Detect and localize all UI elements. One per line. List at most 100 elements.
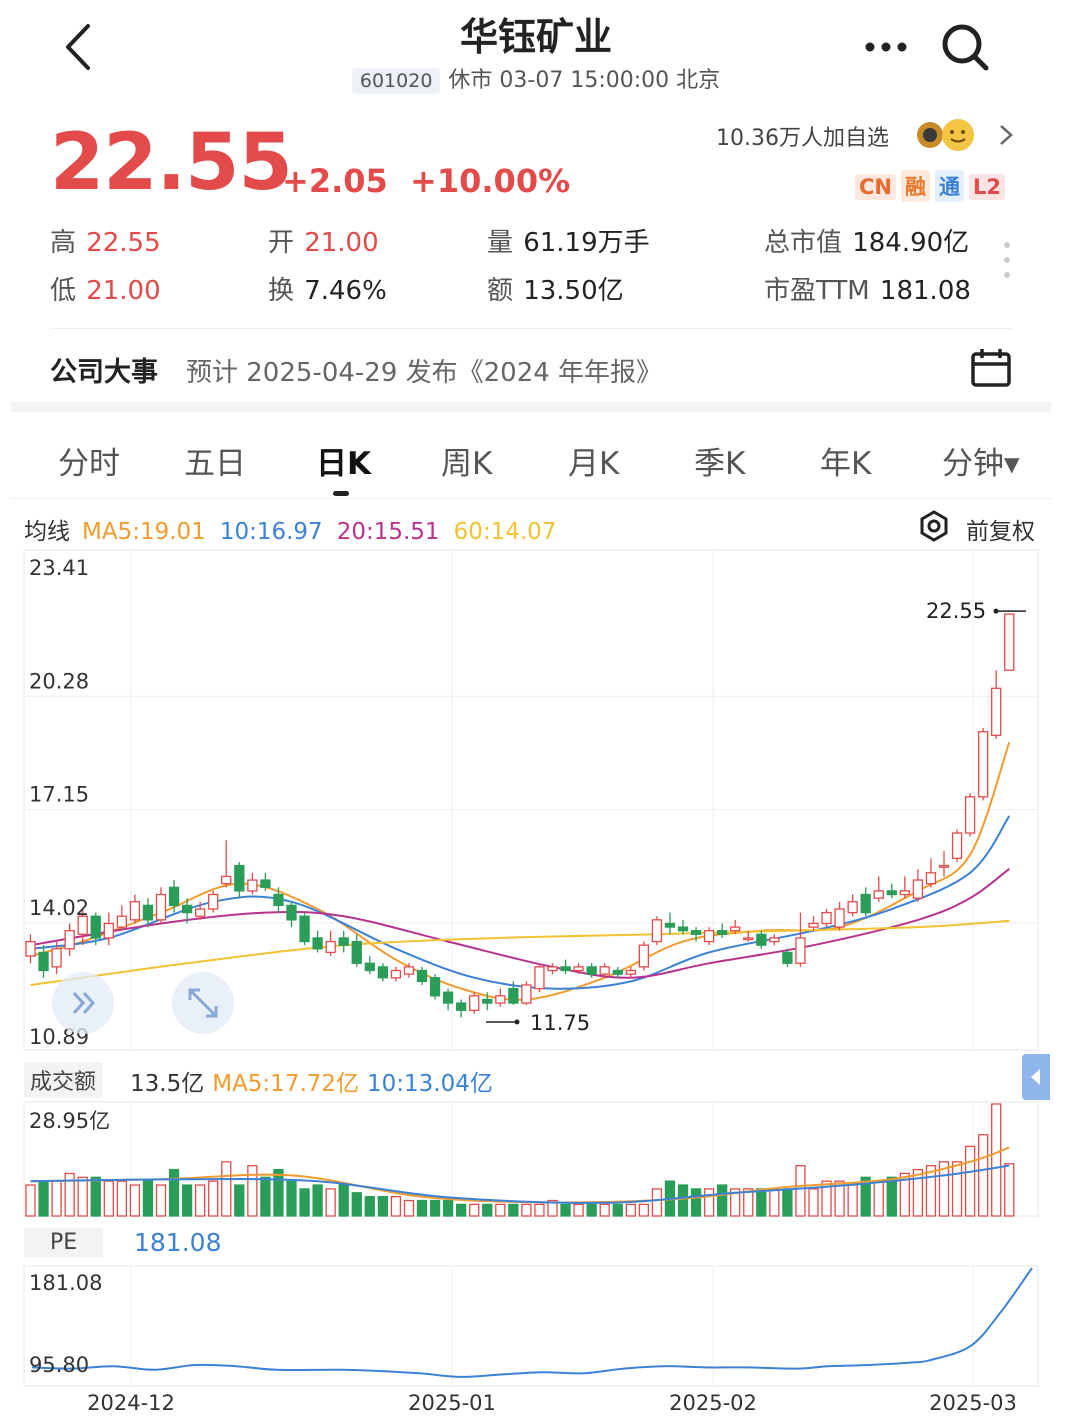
- double-chevron-right-icon: [72, 991, 96, 1015]
- candle: [221, 840, 232, 888]
- candle-body: [625, 969, 636, 975]
- candle-body: [469, 995, 480, 1011]
- volume-bar: [978, 1134, 989, 1217]
- volume-bar: [573, 1203, 584, 1217]
- x-tick-label: 2024-12: [87, 1391, 175, 1415]
- volume-bar: [756, 1188, 767, 1217]
- candle-body: [103, 922, 114, 939]
- volume-bar: [325, 1188, 336, 1217]
- pe-line: [31, 1267, 1033, 1378]
- candle-body: [964, 796, 976, 834]
- candle-body: [129, 901, 141, 921]
- candle-body: [194, 908, 206, 917]
- fullscreen-button[interactable]: [172, 972, 234, 1034]
- candle-body: [599, 966, 610, 975]
- candle-body: [234, 864, 245, 892]
- volume-bar: [782, 1188, 793, 1217]
- volume-bar: [338, 1184, 349, 1217]
- candle: [860, 887, 871, 917]
- candle-body: [416, 969, 428, 983]
- candle: [495, 988, 506, 1007]
- candle-body: [795, 937, 806, 964]
- candle: [312, 930, 323, 953]
- volume-bar: [286, 1180, 297, 1217]
- candle: [103, 912, 114, 946]
- ma-line-ma5: [30, 741, 1011, 1001]
- volume-bar: [77, 1176, 88, 1217]
- candle-body: [390, 969, 402, 979]
- volume-bar: [208, 1180, 219, 1217]
- candle-body: [925, 872, 937, 885]
- candle: [129, 894, 141, 924]
- volume-bar: [142, 1180, 154, 1217]
- candle: [469, 992, 480, 1014]
- volume-bar: [168, 1168, 180, 1217]
- candle-body: [168, 886, 180, 907]
- candle-body: [677, 926, 689, 932]
- volume-bar: [586, 1203, 597, 1217]
- candle: [938, 851, 950, 877]
- volume-bar: [38, 1180, 49, 1217]
- volume-bar: [25, 1184, 36, 1217]
- candle: [364, 956, 375, 975]
- candle-body: [782, 951, 793, 964]
- volume-ma10: 10:13.04亿: [367, 1071, 493, 1097]
- pe-legend-value: 181.08: [134, 1228, 222, 1257]
- candle: [795, 912, 806, 967]
- volume-legend-title: 成交额: [24, 1062, 103, 1098]
- candle-body: [899, 890, 910, 896]
- candle: [547, 963, 558, 975]
- candle: [38, 945, 49, 978]
- volume-bar: [390, 1196, 402, 1217]
- volume-bar: [90, 1176, 101, 1217]
- volume-bar: [964, 1145, 976, 1217]
- volume-bar: [469, 1203, 480, 1217]
- candle: [717, 923, 728, 938]
- candle: [560, 959, 571, 975]
- candle-body: [455, 1002, 467, 1011]
- volume-bar: [181, 1184, 193, 1217]
- candle: [625, 966, 636, 978]
- candle-body: [651, 919, 663, 943]
- volume-bar: [429, 1199, 441, 1217]
- y-tick-label: 17.15: [29, 783, 89, 807]
- volume-bar: [991, 1103, 1002, 1217]
- candle-body: [886, 890, 897, 896]
- candle: [912, 869, 924, 902]
- y-tick-label: 23.41: [29, 556, 89, 580]
- candle-body: [521, 984, 532, 1004]
- min-price-dot: [514, 1019, 520, 1025]
- candle: [299, 912, 310, 946]
- candle: [377, 963, 389, 982]
- volume-bar: [795, 1165, 806, 1217]
- volume-bar: [455, 1203, 467, 1217]
- candle: [847, 894, 858, 917]
- volume-bar: [116, 1180, 127, 1217]
- side-panel-toggle[interactable]: [1022, 1054, 1050, 1100]
- volume-bar: [416, 1199, 428, 1217]
- max-price-label: 22.55: [926, 599, 986, 623]
- volume-bar: [351, 1192, 362, 1217]
- candle: [978, 728, 989, 801]
- candle-body: [612, 969, 623, 975]
- candle: [821, 909, 832, 928]
- candle-body: [142, 904, 154, 921]
- candle: [991, 670, 1002, 739]
- candle-body: [260, 879, 271, 888]
- candle-body: [834, 908, 845, 928]
- volume-bar: [612, 1203, 623, 1217]
- candle-body: [847, 901, 858, 914]
- pe-y-tick-label: 95.80: [29, 1353, 89, 1377]
- volume-bar: [234, 1184, 245, 1217]
- candle: [873, 876, 884, 902]
- candle-body: [221, 875, 232, 885]
- candle-body: [873, 890, 884, 899]
- candle-body: [664, 922, 676, 928]
- candle-body: [586, 966, 597, 975]
- scroll-forward-button[interactable]: [52, 972, 114, 1034]
- candle-body: [338, 937, 349, 946]
- stock-chart[interactable]: 23.4120.2817.1514.0210.8922.5511.7528.95…: [0, 0, 1072, 1420]
- volume-bar: [482, 1203, 493, 1217]
- candle-body: [573, 966, 584, 972]
- candle-body: [991, 687, 1002, 736]
